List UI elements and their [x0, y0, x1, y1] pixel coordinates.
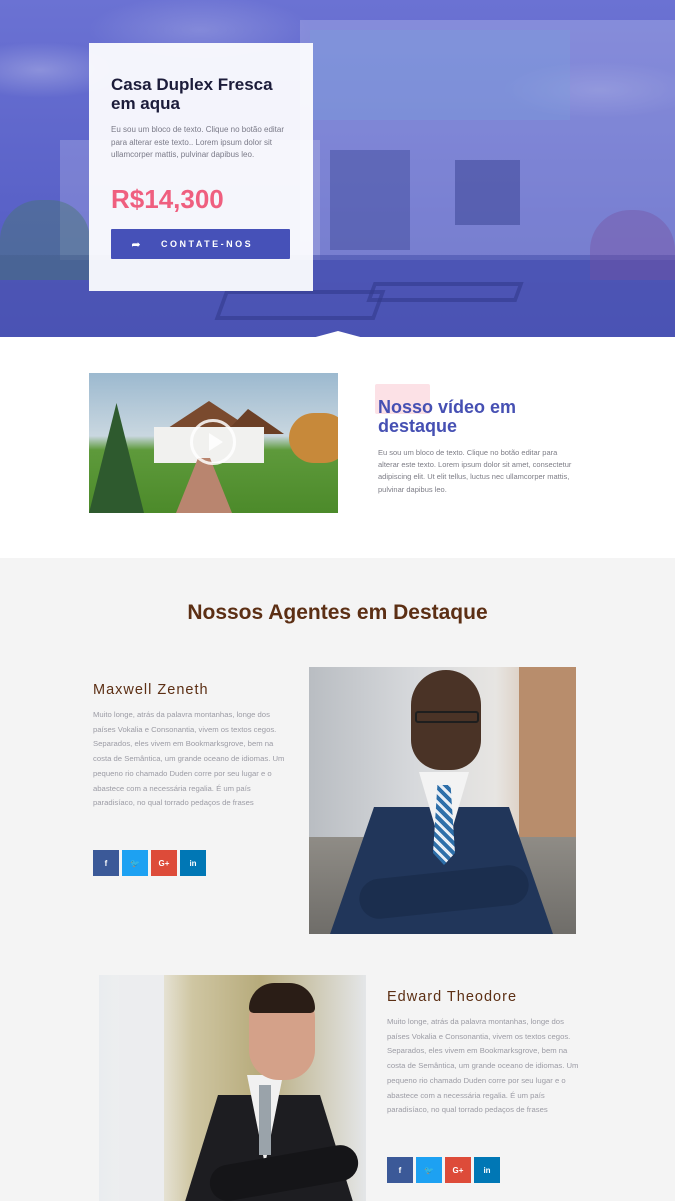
contact-button-label: CONTATE-NOS: [161, 239, 254, 249]
share-arrow-icon: ➦: [131, 238, 141, 251]
hero-path: [366, 282, 524, 302]
agent-photo: [309, 667, 576, 934]
twitter-icon[interactable]: 🐦: [416, 1157, 442, 1183]
thumbnail-path: [174, 458, 234, 513]
photo-background-column: [119, 975, 164, 1201]
property-price: R$14,300: [111, 183, 224, 214]
agent-bio: Muito longe, atrás da palavra montanhas,…: [387, 1017, 579, 1115]
hero-bush: [0, 200, 90, 280]
linkedin-icon[interactable]: in: [474, 1157, 500, 1183]
contact-button[interactable]: ➦ CONTATE-NOS: [111, 229, 290, 259]
google-plus-icon[interactable]: G+: [151, 850, 177, 876]
property-description: Eu sou um bloco de texto. Clique no botã…: [111, 125, 284, 159]
thumbnail-tree: [89, 403, 144, 513]
facebook-icon[interactable]: f: [93, 850, 119, 876]
agent-photo: [99, 975, 366, 1201]
agent-social-links: f 🐦 G+ in: [387, 1157, 500, 1183]
video-thumbnail[interactable]: [89, 373, 338, 513]
agent-bio: Muito longe, atrás da palavra montanhas,…: [93, 710, 285, 808]
photo-tie: [259, 1085, 271, 1155]
agent-name: Edward Theodore: [387, 989, 518, 1005]
photo-background-building: [519, 667, 576, 857]
linkedin-icon[interactable]: in: [180, 850, 206, 876]
agent-name: Maxwell Zeneth: [93, 682, 209, 698]
photo-hair: [249, 983, 315, 1013]
property-title: Casa Duplex Fresca em aqua: [111, 75, 273, 113]
featured-video-section: Nosso vídeo em destaque Eu sou um bloco …: [0, 337, 675, 558]
thumbnail-tree: [289, 413, 338, 463]
hero-path: [214, 290, 386, 320]
google-plus-icon[interactable]: G+: [445, 1157, 471, 1183]
hero-bush: [590, 210, 675, 280]
twitter-icon[interactable]: 🐦: [122, 850, 148, 876]
hero-house-window: [455, 160, 520, 225]
video-section-title: Nosso vídeo em destaque: [378, 397, 517, 436]
agent-social-links: f 🐦 G+ in: [93, 850, 206, 876]
video-section-text: Eu sou um bloco de texto. Clique no botã…: [378, 448, 572, 494]
hero-section: Casa Duplex Fresca em aqua Eu sou um blo…: [0, 0, 675, 337]
hero-house-door: [330, 150, 410, 250]
play-icon[interactable]: [190, 419, 236, 465]
agents-section-title: Nossos Agentes em Destaque: [187, 601, 488, 624]
property-card: Casa Duplex Fresca em aqua Eu sou um blo…: [89, 43, 313, 291]
hero-house-balcony: [310, 30, 570, 120]
photo-glasses: [415, 711, 479, 723]
facebook-icon[interactable]: f: [387, 1157, 413, 1183]
